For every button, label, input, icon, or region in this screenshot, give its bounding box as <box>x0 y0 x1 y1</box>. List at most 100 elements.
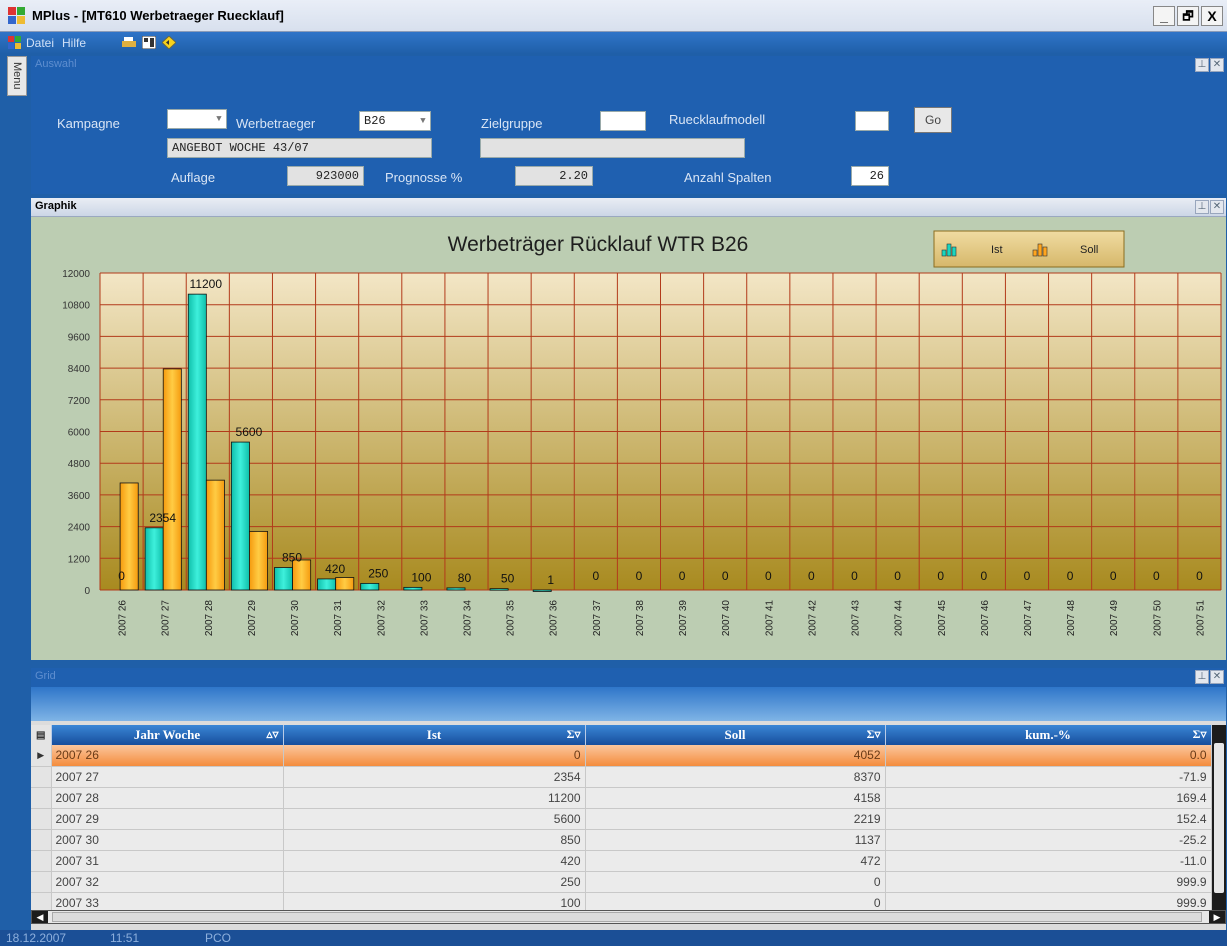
row-header[interactable] <box>31 766 52 788</box>
go-button[interactable]: Go <box>914 107 952 133</box>
cell-soll[interactable]: 8370 <box>585 766 886 788</box>
ruecklaufmodell-input[interactable] <box>855 111 889 131</box>
close-icon[interactable]: ✕ <box>1210 200 1224 214</box>
zielgruppe-input[interactable] <box>600 111 646 131</box>
cell-soll[interactable]: 472 <box>585 850 886 872</box>
y-tick-label: 8400 <box>68 364 91 375</box>
app-icon <box>8 7 26 25</box>
data-label: 0 <box>118 569 125 583</box>
cell-soll[interactable]: 4052 <box>585 745 886 767</box>
bar-ist <box>274 567 293 591</box>
data-label: 50 <box>501 572 515 586</box>
table-row[interactable]: 2007 32 250 0 999.9 <box>31 871 1212 893</box>
x-tick-label: 2007 38 <box>635 600 646 637</box>
anzahl-spalten-input[interactable]: 26 <box>851 166 889 186</box>
cell-jahr-woche[interactable]: 2007 32 <box>51 871 284 893</box>
data-label: 2354 <box>149 511 176 525</box>
horizontal-scrollbar[interactable]: ◀ ▶ <box>31 910 1226 924</box>
sum-filter-icon[interactable]: Σ▿ <box>1193 727 1207 742</box>
row-header[interactable] <box>31 808 52 830</box>
minimize-button[interactable]: _ <box>1153 6 1175 26</box>
pin-icon[interactable]: ⊥ <box>1195 58 1209 72</box>
x-tick-label: 2007 26 <box>118 600 129 637</box>
cell-kum-pct[interactable]: 999.9 <box>885 871 1212 893</box>
zielgruppe-label: Zielgruppe <box>481 116 543 131</box>
table-row[interactable]: 2007 30 850 1137 -25.2 <box>31 829 1212 851</box>
sum-filter-icon[interactable]: Σ▿ <box>567 727 581 742</box>
close-icon[interactable]: ✕ <box>1210 58 1224 72</box>
cell-jahr-woche[interactable]: 2007 28 <box>51 787 284 809</box>
close-icon[interactable]: ✕ <box>1210 670 1224 684</box>
menu-datei[interactable]: Datei <box>26 36 54 50</box>
close-button[interactable]: X <box>1201 6 1223 26</box>
column-label: Ist <box>426 727 442 742</box>
scroll-thumb[interactable] <box>52 912 1202 922</box>
column-header-jahr-woche[interactable]: Jahr Woche ▵▿ <box>51 725 284 745</box>
group-by-band[interactable] <box>31 687 1226 721</box>
kampagne-select[interactable]: ▼ <box>167 109 227 129</box>
cell-kum-pct[interactable]: 0.0 <box>885 745 1212 767</box>
cell-soll[interactable]: 4158 <box>585 787 886 809</box>
vertical-scrollbar[interactable] <box>1212 725 1226 910</box>
cell-ist[interactable]: 250 <box>283 871 586 893</box>
cell-jahr-woche[interactable]: 2007 26 <box>51 745 284 767</box>
table-row[interactable]: ▶ 2007 26 0 4052 0.0 <box>31 745 1212 767</box>
sort-filter-icon[interactable]: ▵▿ <box>266 727 278 742</box>
cell-kum-pct[interactable]: -25.2 <box>885 829 1212 851</box>
menu-hilfe[interactable]: Hilfe <box>62 36 86 50</box>
pin-icon[interactable]: ⊥ <box>1195 200 1209 214</box>
column-header-ist[interactable]: Ist Σ▿ <box>283 725 586 745</box>
cell-ist[interactable]: 5600 <box>283 808 586 830</box>
x-tick-label: 2007 46 <box>980 600 991 637</box>
cell-ist[interactable]: 420 <box>283 850 586 872</box>
table-row[interactable]: 2007 29 5600 2219 152.4 <box>31 808 1212 830</box>
scroll-right-icon[interactable]: ▶ <box>1209 911 1225 923</box>
cell-jahr-woche[interactable]: 2007 27 <box>51 766 284 788</box>
cell-jahr-woche[interactable]: 2007 29 <box>51 808 284 830</box>
x-tick-label: 2007 30 <box>290 600 301 637</box>
title-bar: MPlus - [MT610 Werbetraeger Ruecklauf] _… <box>0 0 1227 32</box>
x-tick-label: 2007 40 <box>721 600 732 637</box>
cell-soll[interactable]: 2219 <box>585 808 886 830</box>
table-row[interactable]: 2007 31 420 472 -11.0 <box>31 850 1212 872</box>
print-icon[interactable] <box>122 36 136 49</box>
cell-ist[interactable]: 850 <box>283 829 586 851</box>
sum-filter-icon[interactable]: Σ▿ <box>867 727 881 742</box>
row-header[interactable] <box>31 871 52 893</box>
restore-button[interactable]: 🗗 <box>1177 6 1199 26</box>
cell-soll[interactable]: 1137 <box>585 829 886 851</box>
pin-icon[interactable]: ⊥ <box>1195 670 1209 684</box>
column-header-soll[interactable]: Soll Σ▿ <box>585 725 886 745</box>
y-tick-label: 2400 <box>68 523 91 534</box>
grid-corner-icon[interactable]: ▤ <box>31 725 52 745</box>
cell-ist[interactable]: 11200 <box>283 787 586 809</box>
scroll-left-icon[interactable]: ◀ <box>32 911 48 923</box>
report-icon[interactable] <box>142 36 156 49</box>
x-tick-label: 2007 42 <box>807 600 818 637</box>
bar-soll <box>335 577 355 591</box>
y-tick-label: 4800 <box>68 459 91 470</box>
table-row[interactable]: 2007 27 2354 8370 -71.9 <box>31 766 1212 788</box>
kampagne-label: Kampagne <box>57 116 120 131</box>
scroll-thumb[interactable] <box>1214 743 1224 893</box>
navigate-icon[interactable] <box>162 36 176 49</box>
table-row[interactable]: 2007 28 11200 4158 169.4 <box>31 787 1212 809</box>
column-header-kum-pct[interactable]: kum.-% Σ▿ <box>885 725 1212 745</box>
cell-soll[interactable]: 0 <box>585 871 886 893</box>
row-header[interactable] <box>31 829 52 851</box>
cell-jahr-woche[interactable]: 2007 30 <box>51 829 284 851</box>
cell-kum-pct[interactable]: 152.4 <box>885 808 1212 830</box>
cell-kum-pct[interactable]: -71.9 <box>885 766 1212 788</box>
graphik-panel: Graphik ⊥ ✕ 0 1200 2400 3600 4800 6000 7200 840… <box>31 198 1226 660</box>
row-indicator-icon[interactable]: ▶ <box>31 745 52 767</box>
cell-jahr-woche[interactable]: 2007 31 <box>51 850 284 872</box>
cell-ist[interactable]: 2354 <box>283 766 586 788</box>
row-header[interactable] <box>31 850 52 872</box>
cell-ist[interactable]: 0 <box>283 745 586 767</box>
app-menu-icon[interactable] <box>8 36 22 49</box>
menu-side-tab[interactable]: Menu <box>7 56 27 96</box>
row-header[interactable] <box>31 787 52 809</box>
cell-kum-pct[interactable]: -11.0 <box>885 850 1212 872</box>
cell-kum-pct[interactable]: 169.4 <box>885 787 1212 809</box>
werbetraeger-select[interactable]: B26 ▼ <box>359 111 431 131</box>
